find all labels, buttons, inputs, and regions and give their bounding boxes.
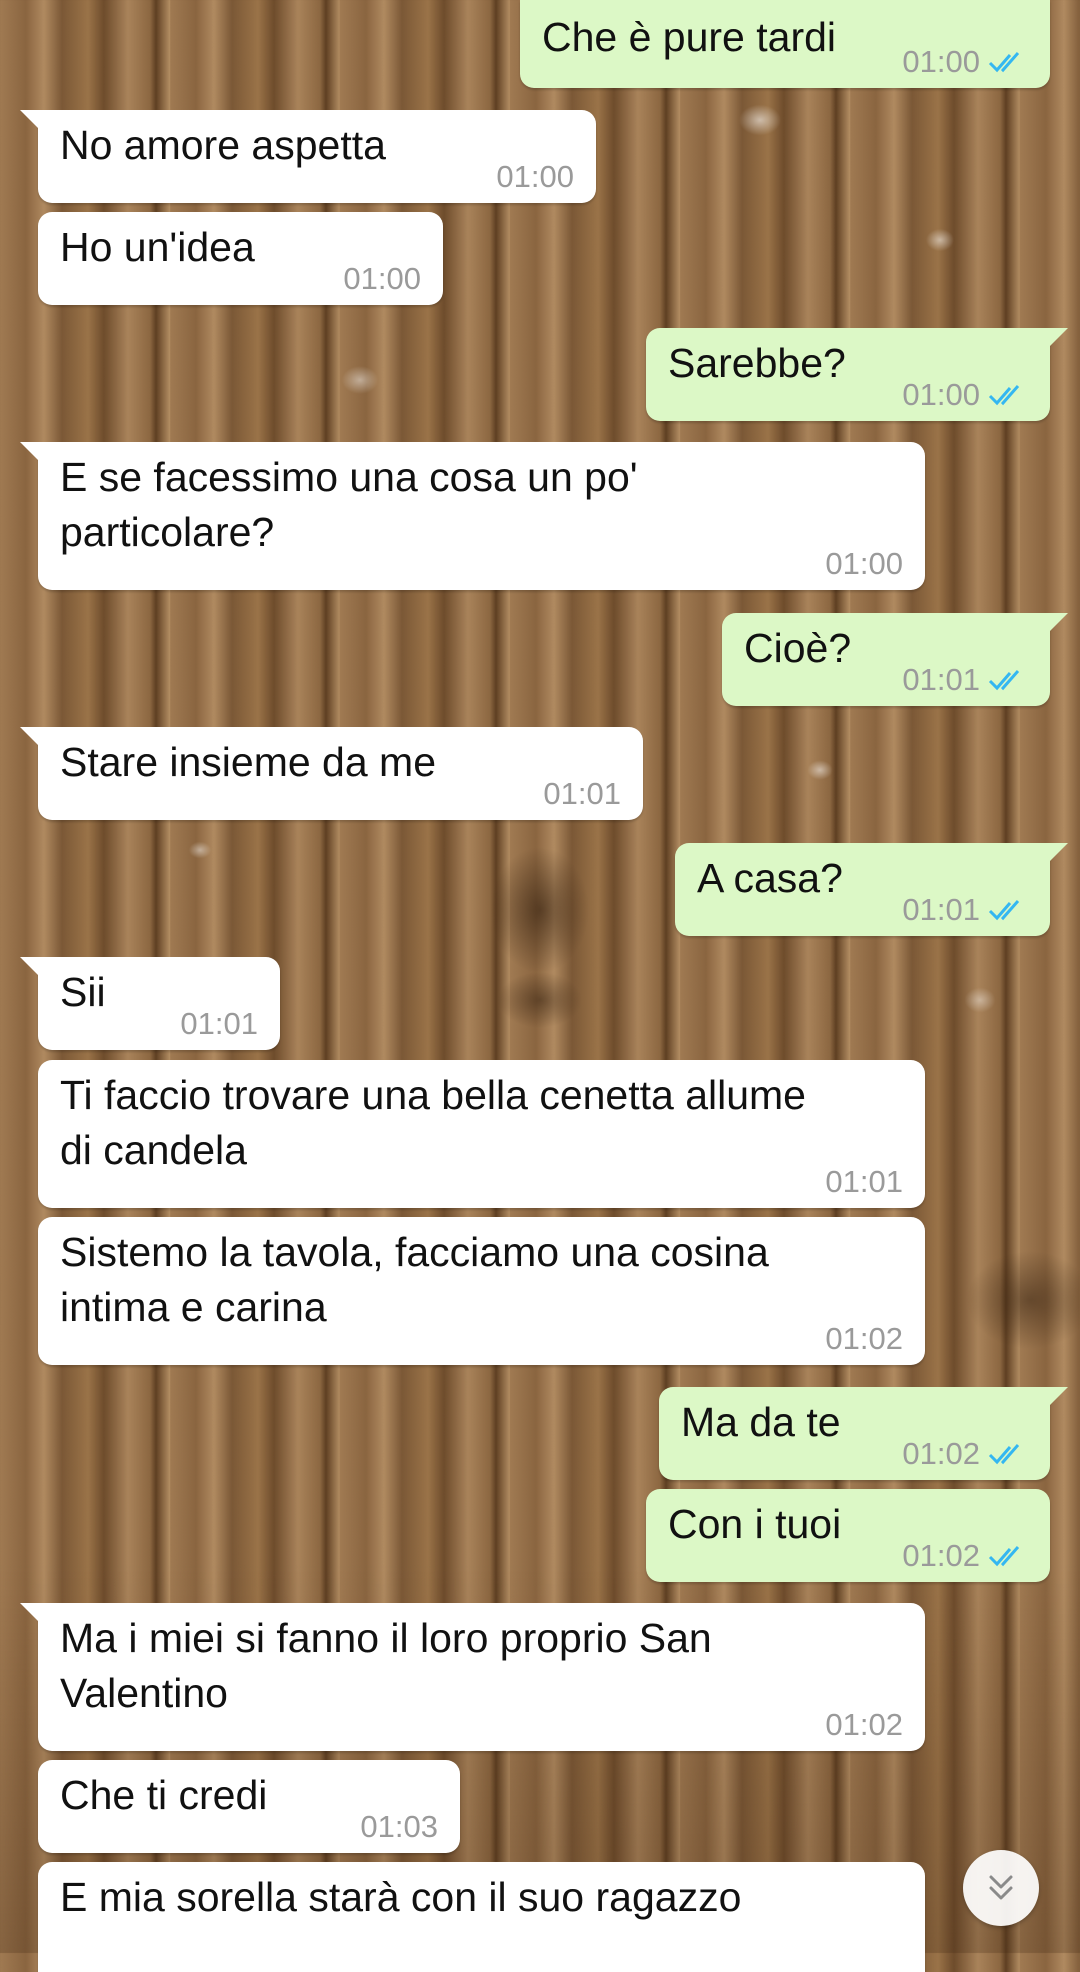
message-text: E mia sorella starà con il suo ragazzo xyxy=(60,1874,742,1920)
message-meta: 01:01 xyxy=(543,776,621,812)
message-time: 01:01 xyxy=(902,662,980,697)
message-time: 01:01 xyxy=(902,892,980,927)
message-outgoing[interactable]: Sarebbe? 01:00 xyxy=(646,328,1068,421)
message-text-line: Sistemo la tavola, facciamo una cosina xyxy=(60,1229,769,1275)
double-check-read-icon xyxy=(988,900,1020,921)
double-check-read-icon xyxy=(988,670,1020,691)
message-text-line: intima e carina xyxy=(60,1284,327,1330)
message-meta: 01:02 xyxy=(902,1538,1028,1574)
chat-area[interactable]: Che è pure tardi 01:00 No amore aspetta … xyxy=(0,0,1080,1972)
message-outgoing[interactable]: A casa? 01:01 xyxy=(675,843,1068,936)
double-check-read-icon xyxy=(988,52,1020,73)
double-check-read-icon xyxy=(988,1546,1020,1567)
double-chevron-down-icon xyxy=(989,1875,1013,1900)
message-time: 01:02 xyxy=(902,1538,980,1573)
message-text-line: particolare? xyxy=(60,509,275,555)
message-meta: 01:00 xyxy=(902,44,1028,80)
message-text-line: Ma i miei si fanno il loro proprio San xyxy=(60,1615,712,1661)
message-meta: 01:00 xyxy=(343,261,421,297)
message-incoming[interactable]: No amore aspetta 01:00 xyxy=(20,110,596,203)
message-meta: 01:03 xyxy=(360,1809,438,1845)
message-meta: 01:02 xyxy=(825,1321,903,1357)
message-outgoing[interactable]: Ma da te 01:02 xyxy=(659,1387,1068,1480)
message-meta: 01:02 xyxy=(902,1436,1028,1472)
message-time: 01:00 xyxy=(902,44,980,79)
message-time: 01:01 xyxy=(180,1006,258,1041)
message-incoming[interactable]: Sistemo la tavola, facciamo una cosina i… xyxy=(38,1217,925,1365)
message-outgoing[interactable]: Con i tuoi 01:02 xyxy=(646,1489,1050,1582)
message-time: 01:00 xyxy=(496,159,574,194)
message-meta: 01:00 xyxy=(496,159,574,195)
message-text-line: di candela xyxy=(60,1127,247,1173)
message-meta: 01:00 xyxy=(825,546,903,582)
double-check-read-icon xyxy=(988,385,1020,406)
message-time: 01:02 xyxy=(825,1707,903,1742)
message-incoming[interactable]: Ti faccio trovare una bella cenetta allu… xyxy=(38,1060,925,1208)
message-time: 01:01 xyxy=(543,776,621,811)
message-meta: 01:02 xyxy=(825,1707,903,1743)
message-incoming[interactable]: Ma i miei si fanno il loro proprio San V… xyxy=(20,1603,925,1751)
message-time: 01:02 xyxy=(902,1436,980,1471)
message-incoming[interactable]: E se facessimo una cosa un po' particola… xyxy=(20,442,925,590)
message-time: 01:00 xyxy=(825,546,903,581)
message-incoming[interactable]: Che ti credi 01:03 xyxy=(38,1760,460,1853)
message-outgoing[interactable]: Cioè? 01:01 xyxy=(722,613,1068,706)
message-meta: 01:01 xyxy=(902,892,1028,928)
message-meta: 01:01 xyxy=(902,662,1028,698)
message-time: 01:03 xyxy=(360,1809,438,1844)
message-time: 01:01 xyxy=(825,1164,903,1199)
message-incoming[interactable]: Ho un'idea 01:00 xyxy=(38,212,443,305)
double-check-read-icon xyxy=(988,1444,1020,1465)
scroll-to-bottom-button[interactable] xyxy=(963,1850,1039,1926)
message-incoming[interactable]: Sii 01:01 xyxy=(20,957,280,1050)
message-text: Stare insieme da me xyxy=(60,739,437,785)
message-text-line: E se facessimo una cosa un po' xyxy=(60,454,638,500)
message-time: 01:02 xyxy=(825,1321,903,1356)
message-time: 01:00 xyxy=(902,377,980,412)
message-incoming[interactable]: Stare insieme da me 01:01 xyxy=(20,727,643,820)
message-time: 01:00 xyxy=(343,261,421,296)
message-meta: 01:01 xyxy=(825,1164,903,1200)
message-incoming[interactable]: E mia sorella starà con il suo ragazzo xyxy=(38,1862,925,1972)
message-outgoing[interactable]: Che è pure tardi 01:00 xyxy=(520,0,1050,88)
message-meta: 01:01 xyxy=(180,1006,258,1042)
message-text-line: Ti faccio trovare una bella cenetta allu… xyxy=(60,1072,806,1118)
message-text-line: Valentino xyxy=(60,1670,228,1716)
message-meta: 01:00 xyxy=(902,377,1028,413)
